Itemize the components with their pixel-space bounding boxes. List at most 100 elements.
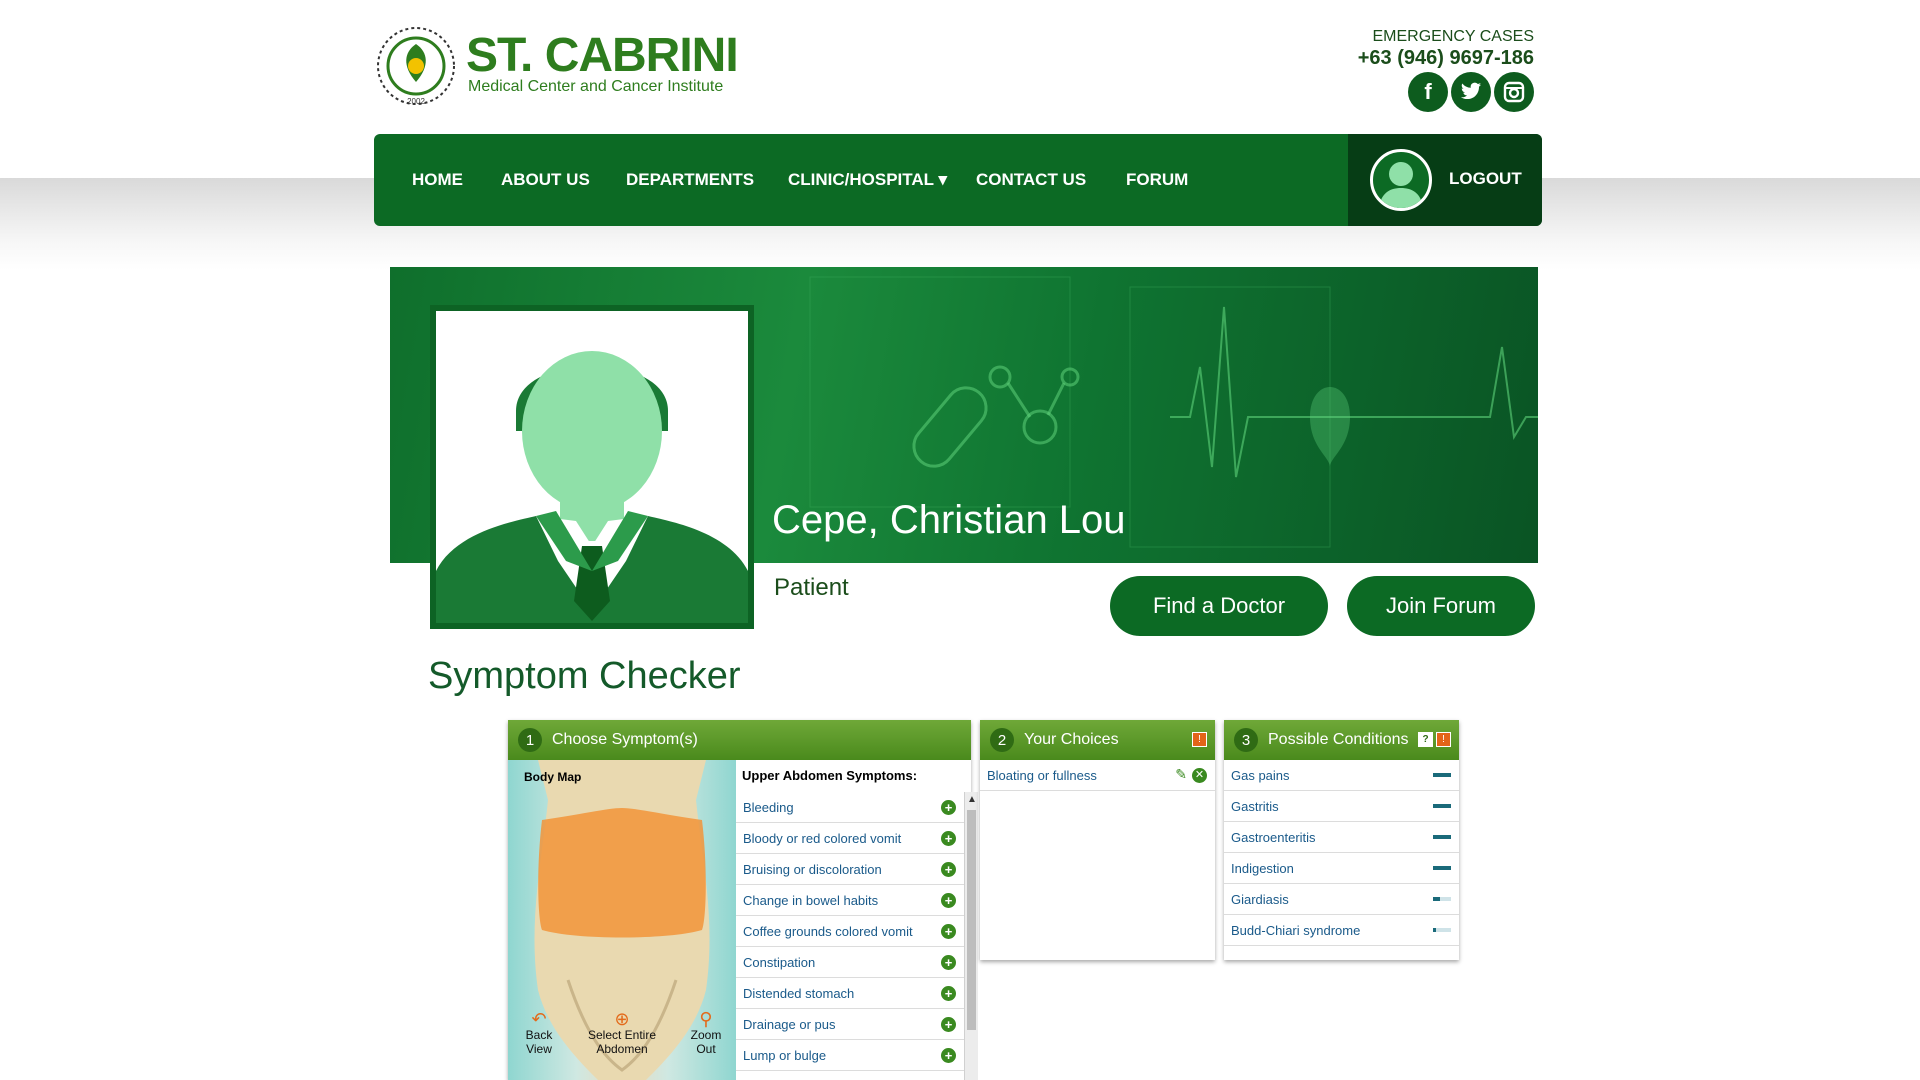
add-icon[interactable]: + — [941, 1017, 956, 1032]
choose-symptoms-panel: 1 Choose Symptom(s) Body Map ↶ Back View… — [508, 720, 978, 1080]
patient-name: Cepe, Christian Lou — [772, 498, 1126, 542]
choose-symptoms-header: 1 Choose Symptom(s) — [508, 720, 971, 760]
nav-contact-us[interactable]: CONTACT US — [976, 134, 1086, 226]
condition-row[interactable]: Budd-Chiari syndrome — [1224, 915, 1459, 946]
likelihood-bar — [1433, 773, 1451, 777]
emergency-phone[interactable]: +63 (946) 9697-186 — [1358, 47, 1534, 70]
user-menu: LOGOUT — [1348, 134, 1542, 226]
user-avatar-icon[interactable] — [1370, 149, 1432, 211]
edit-icon[interactable]: ✎ — [1175, 766, 1187, 783]
symptom-row[interactable]: Change in bowel habits + — [736, 885, 964, 916]
scrollbar-thumb[interactable] — [967, 810, 976, 1030]
select-entire-abdomen-button[interactable]: ⊕ Select Entire Abdomen — [572, 1010, 672, 1056]
symptom-label: Coffee grounds colored vomit — [743, 923, 913, 939]
chevron-down-icon: ▾ — [938, 170, 948, 189]
likelihood-bar — [1433, 928, 1451, 932]
instagram-icon[interactable] — [1494, 72, 1534, 112]
logout-button[interactable]: LOGOUT — [1449, 134, 1522, 224]
condition-row[interactable]: Giardiasis — [1224, 884, 1459, 915]
your-choices-panel: 2 Your Choices ! Bloating or fullness ✎ … — [980, 720, 1215, 960]
symptom-row[interactable]: Bloody or red colored vomit + — [736, 823, 964, 854]
add-icon[interactable]: + — [941, 800, 956, 815]
zoom-out-label: Zoom Out — [690, 1028, 722, 1056]
logo-year: 2002 — [407, 97, 425, 106]
body-map-label: Body Map — [524, 770, 582, 784]
hospital-logo[interactable]: 2002 — [374, 26, 458, 108]
body-map[interactable]: Body Map ↶ Back View ⊕ Select Entire Abd… — [508, 760, 736, 1080]
alert-icon[interactable]: ! — [1436, 732, 1451, 747]
symptom-checker-title: Symptom Checker — [428, 655, 741, 697]
add-icon[interactable]: + — [941, 986, 956, 1001]
plus-circle-icon: ⊕ — [614, 1009, 630, 1029]
symptom-row[interactable]: Bleeding + — [736, 792, 964, 823]
add-icon[interactable]: + — [941, 955, 956, 970]
symptom-row[interactable]: Drainage or pus + — [736, 1009, 964, 1040]
add-icon[interactable]: + — [941, 893, 956, 908]
nav-clinic-hospital-label: CLINIC/HOSPITAL — [788, 170, 934, 189]
profile-photo-frame — [430, 305, 754, 629]
help-icon[interactable]: ? — [1418, 732, 1433, 747]
condition-row[interactable]: Gastroenteritis — [1224, 822, 1459, 853]
condition-label: Gastritis — [1231, 798, 1279, 814]
symptom-row[interactable]: Constipation + — [736, 947, 964, 978]
symptom-label: Bleeding — [743, 799, 794, 815]
symptom-list: Upper Abdomen Symptoms: Bleeding + Bloody… — [736, 760, 978, 1080]
likelihood-fill — [1433, 773, 1451, 777]
choice-label: Bloating or fullness — [987, 767, 1097, 783]
likelihood-bar — [1433, 835, 1451, 839]
choose-symptoms-label: Choose Symptom(s) — [552, 731, 698, 748]
symptom-label: Distended stomach — [743, 985, 855, 1001]
symptom-row[interactable]: Lump or bulge + — [736, 1040, 964, 1071]
add-icon[interactable]: + — [941, 1048, 956, 1063]
main-navbar: HOME ABOUT US DEPARTMENTS CLINIC/HOSPITA… — [374, 134, 1542, 226]
likelihood-bar — [1433, 804, 1451, 808]
twitter-icon[interactable] — [1451, 72, 1491, 112]
condition-label: Indigestion — [1231, 860, 1294, 876]
nav-about-us[interactable]: ABOUT US — [501, 134, 590, 226]
symptom-label: Lump or bulge — [743, 1047, 827, 1063]
select-entire-abdomen-label: Select Entire Abdomen — [587, 1028, 657, 1056]
condition-row[interactable]: Gastritis — [1224, 791, 1459, 822]
emergency-contact: EMERGENCY CASES +63 (946) 9697-186 — [1358, 28, 1534, 70]
find-doctor-button[interactable]: Find a Doctor — [1110, 576, 1328, 636]
zoom-out-button[interactable]: ⚲ Zoom Out — [684, 1010, 728, 1056]
remove-icon[interactable]: ✕ — [1192, 768, 1207, 783]
brand-name[interactable]: ST. CABRINI — [466, 32, 739, 80]
nav-forum[interactable]: FORUM — [1126, 134, 1188, 226]
add-icon[interactable]: + — [941, 862, 956, 877]
condition-row[interactable]: Indigestion — [1224, 853, 1459, 884]
profile-avatar-icon[interactable] — [436, 311, 748, 623]
alert-icon[interactable]: ! — [1192, 732, 1207, 747]
add-icon[interactable]: + — [941, 831, 956, 846]
patient-role: Patient — [774, 574, 849, 601]
symptom-row[interactable]: Bruising or discoloration + — [736, 854, 964, 885]
social-links: f — [1408, 72, 1534, 112]
symptom-row[interactable]: Coffee grounds colored vomit + — [736, 916, 964, 947]
facebook-icon[interactable]: f — [1408, 72, 1448, 112]
nav-clinic-hospital[interactable]: CLINIC/HOSPITAL ▾ — [788, 134, 947, 226]
likelihood-fill — [1433, 835, 1451, 839]
likelihood-fill — [1433, 866, 1451, 870]
back-view-button[interactable]: ↶ Back View — [518, 1010, 560, 1056]
nav-departments[interactable]: DEPARTMENTS — [626, 134, 754, 226]
possible-conditions-header: 3 Possible Conditions ? ! — [1224, 720, 1459, 760]
symptom-label: Constipation — [743, 954, 816, 970]
brand-subtitle: Medical Center and Cancer Institute — [468, 78, 724, 95]
your-choices-header: 2 Your Choices ! — [980, 720, 1215, 760]
your-choices-label: Your Choices — [1024, 731, 1119, 748]
symptom-list-title: Upper Abdomen Symptoms: — [742, 768, 918, 783]
condition-label: Gastroenteritis — [1231, 829, 1316, 845]
symptom-label: Drainage or pus — [743, 1016, 836, 1032]
symptom-list-scrollbar[interactable]: ▲ — [964, 792, 978, 1080]
symptom-row[interactable]: Distended stomach + — [736, 978, 964, 1009]
step-number-2: 2 — [990, 728, 1014, 752]
step-number-1: 1 — [518, 728, 542, 752]
add-icon[interactable]: + — [941, 924, 956, 939]
possible-conditions-label: Possible Conditions — [1268, 731, 1409, 748]
join-forum-button[interactable]: Join Forum — [1347, 576, 1535, 636]
scroll-up-icon[interactable]: ▲ — [967, 794, 977, 805]
condition-row[interactable]: Gas pains — [1224, 760, 1459, 791]
nav-home[interactable]: HOME — [412, 134, 463, 226]
possible-conditions-panel: 3 Possible Conditions ? ! Gas pains Gast… — [1224, 720, 1459, 960]
likelihood-fill — [1433, 928, 1436, 932]
